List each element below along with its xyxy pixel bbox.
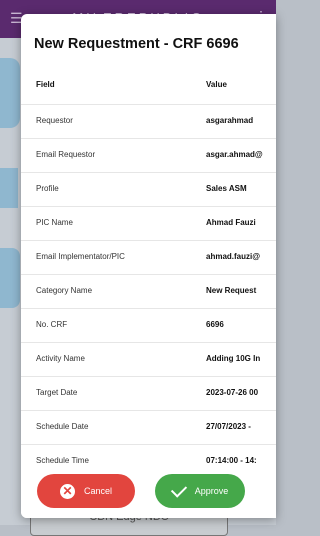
row-value: asgar.ahmad@ [206,150,263,159]
approve-button[interactable]: Approve [155,474,245,508]
row-field: Target Date [36,388,78,397]
row-field: Activity Name [36,354,85,363]
background-decoration [0,168,18,208]
row-value: New Request [206,286,257,295]
close-icon: ✕ [59,483,75,499]
row-field: Category Name [36,286,93,295]
table-row: Email Implementator/PIC ahmad.fauzi@ [21,241,276,275]
table-row: Email Requestor asgar.ahmad@ [21,139,276,173]
table-row: Target Date 2023-07-26 00 [21,377,276,411]
cancel-button-label: Cancel [83,486,112,496]
row-value: 07:14:00 - 14: [206,456,257,465]
table-row: Requestor asgarahmad [21,105,276,139]
column-header-field: Field [36,80,55,89]
row-value: 2023-07-26 00 [206,388,259,397]
dialog-actions: ✕ Cancel Approve [21,466,276,518]
row-value: ahmad.fauzi@ [206,252,261,261]
column-header-value: Value [206,80,227,89]
cancel-button[interactable]: ✕ Cancel [37,474,135,508]
row-field: Schedule Date [36,422,89,431]
row-field: No. CRF [36,320,68,329]
table-row: Schedule Date 27/07/2023 - [21,411,276,445]
table-row: Profile Sales ASM [21,173,276,207]
table-row: Activity Name Adding 10G In [21,343,276,377]
details-table: Field Value Requestor asgarahmad Email R… [21,68,276,479]
background-decoration [0,58,20,128]
approve-button-label: Approve [194,486,229,496]
check-icon [170,480,187,498]
row-field: Email Implementator/PIC [36,252,125,261]
dialog-title: New Requestment - CRF 6696 [34,36,239,52]
table-row: No. CRF 6696 [21,309,276,343]
table-row: PIC Name Ahmad Fauzi [21,207,276,241]
row-field: Email Requestor [36,150,96,159]
row-value: Ahmad Fauzi [206,218,256,227]
row-value: Adding 10G In [206,354,261,363]
table-header: Field Value [21,68,276,105]
background-decoration [0,248,20,308]
row-field: Schedule Time [36,456,89,465]
row-field: Profile [36,184,59,193]
row-field: PIC Name [36,218,73,227]
row-value: 27/07/2023 - [206,422,251,431]
table-row: Category Name New Request [21,275,276,309]
row-value: asgarahmad [206,116,254,125]
row-value: Sales ASM [206,184,247,193]
row-field: Requestor [36,116,73,125]
request-dialog: New Requestment - CRF 6696 Field Value R… [21,14,276,518]
row-value: 6696 [206,320,224,329]
